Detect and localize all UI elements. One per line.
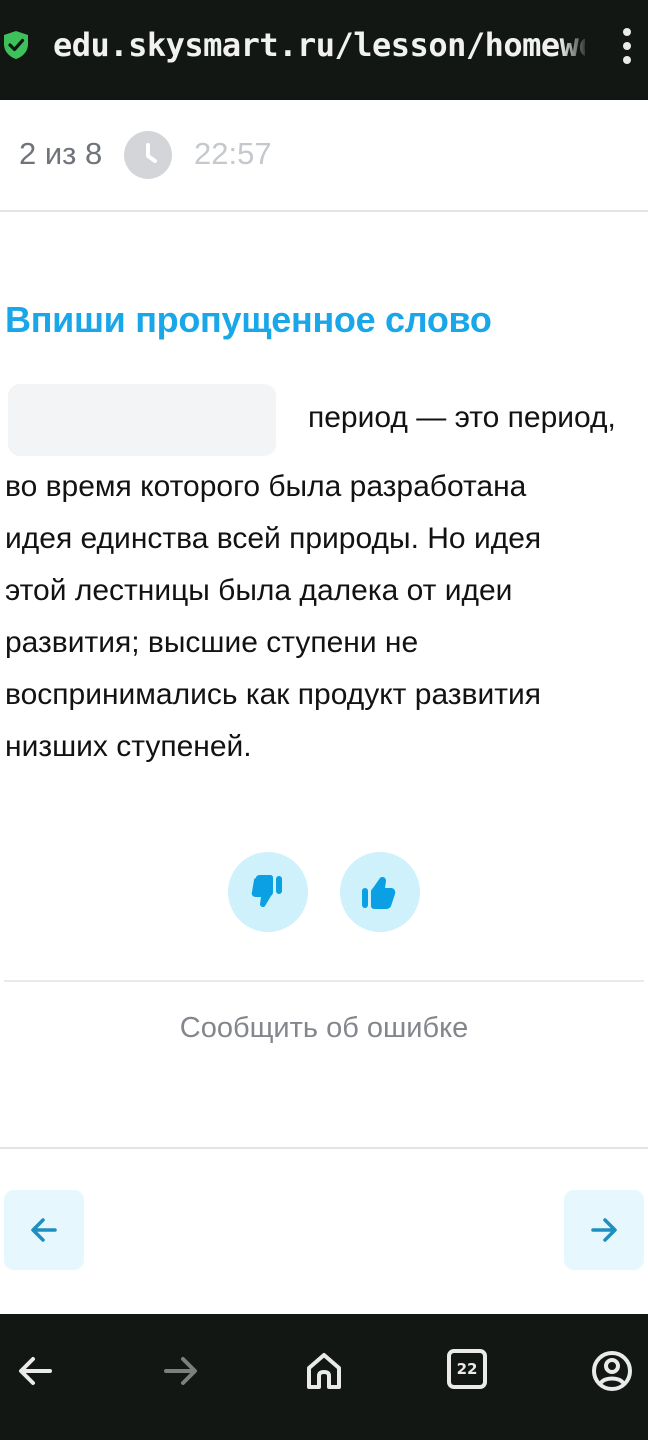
dislike-button[interactable] [228, 852, 308, 932]
thumbs-up-icon [362, 877, 396, 909]
task-text: во время которого была разработана идея … [5, 461, 645, 773]
question-counter: 2 из 8 [19, 136, 103, 171]
shield-check-icon [4, 31, 28, 59]
thumbs-down-icon [251, 875, 282, 908]
profile-icon[interactable] [590, 1349, 634, 1393]
task-text-line: этой лестницы была далека от идеи [5, 574, 513, 607]
browser-address-bar[interactable]: edu.skysmart.ru/lesson/homework [0, 0, 648, 100]
browser-forward-icon[interactable] [158, 1349, 202, 1393]
task-text-first-line: период — это период, [308, 401, 616, 434]
task-text-line: низших ступеней. [5, 730, 252, 763]
task-text-line: воспринимались как продукт развития [5, 678, 541, 711]
arrow-right-icon [591, 1218, 617, 1242]
report-error-link[interactable]: Сообщить об ошибке [0, 1008, 648, 1048]
next-question-button[interactable] [564, 1190, 644, 1270]
task-text-line: во время которого была разработана [5, 470, 527, 503]
url-text[interactable]: edu.skysmart.ru/lesson/homework [53, 22, 585, 68]
task-text-line: развития; высшие ступени не [5, 626, 419, 659]
task-title: Впиши пропущенное слово [5, 299, 492, 340]
tabs-icon[interactable]: 22 [447, 1349, 487, 1389]
clock-icon [124, 131, 172, 179]
divider [4, 980, 644, 982]
divider [0, 1147, 648, 1149]
progress-row: 2 из 8 22:57 [0, 100, 648, 212]
task-text-line: идея единства всей природы. Но идея [5, 522, 542, 555]
home-icon[interactable] [302, 1349, 346, 1393]
answer-input[interactable] [8, 384, 276, 456]
timer: 22:57 [194, 136, 272, 171]
url-fade [560, 22, 590, 68]
like-button[interactable] [340, 852, 420, 932]
kebab-menu-icon[interactable] [616, 26, 640, 66]
browser-bottom-bar: 22 [0, 1314, 648, 1440]
arrow-left-icon [31, 1218, 57, 1242]
prev-question-button[interactable] [4, 1190, 84, 1270]
browser-back-icon[interactable] [14, 1349, 58, 1393]
